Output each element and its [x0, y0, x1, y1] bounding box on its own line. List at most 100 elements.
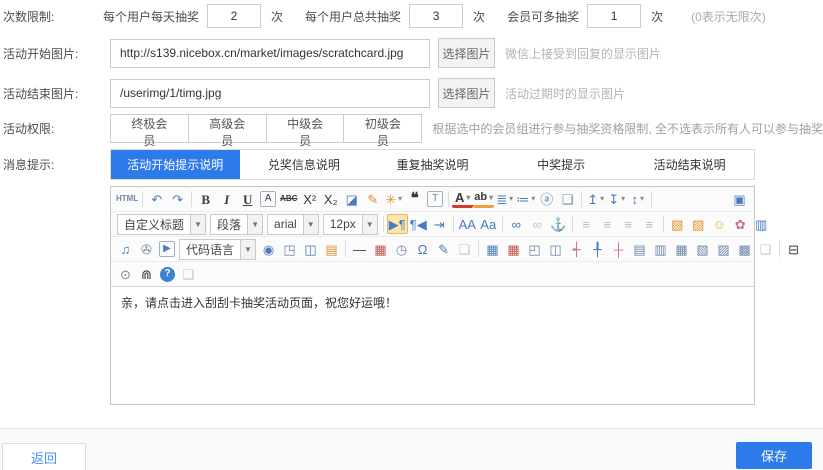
toolbar-separator — [453, 216, 454, 232]
align-justify-icon[interactable]: ≡ — [639, 214, 660, 234]
bold-icon[interactable]: B — [195, 189, 216, 209]
find-replace-icon[interactable]: ⋒ — [136, 264, 157, 284]
music-icon[interactable]: ♫ — [115, 239, 136, 259]
horizontal-rule-icon[interactable]: — — [349, 239, 370, 259]
scene-image-icon[interactable]: ▨ — [688, 214, 709, 234]
font-color-icon[interactable]: A — [452, 191, 473, 208]
graffiti-icon[interactable]: ✿ — [730, 214, 751, 234]
table-layout-2-icon[interactable]: ▥ — [650, 239, 671, 259]
blockquote-icon[interactable]: ❝ — [404, 189, 425, 209]
undo-icon[interactable]: ↶ — [146, 189, 167, 209]
link-icon[interactable]: ∞ — [506, 214, 527, 234]
fullscreen-icon[interactable]: ▣ — [729, 189, 750, 209]
indent-icon[interactable]: ⇥ — [429, 214, 450, 234]
border-text-icon[interactable]: A — [260, 191, 276, 207]
special-chars-icon[interactable]: Ω — [412, 239, 433, 259]
insert-table-icon[interactable]: ▦ — [482, 239, 503, 259]
web-app-icon[interactable]: ◉ — [258, 239, 279, 259]
member-extra-input[interactable] — [587, 4, 641, 28]
superscript-icon[interactable]: X² — [299, 189, 320, 209]
to-lowercase-icon[interactable]: Aa — [478, 214, 499, 234]
clipboard-icon[interactable]: ❏ — [178, 264, 199, 284]
member-group-button-middle[interactable]: 中级会员 — [266, 114, 345, 143]
table-header-icon[interactable]: ◰ — [524, 239, 545, 259]
table-layout-6-icon[interactable]: ▩ — [734, 239, 755, 259]
line-height-icon[interactable]: ↕ — [627, 189, 648, 209]
tab-redeem-info[interactable]: 兑奖信息说明 — [240, 150, 369, 179]
chevron-down-icon: ▼ — [240, 240, 255, 259]
per-day-input[interactable] — [207, 4, 261, 28]
table-layout-3-icon[interactable]: ▦ — [671, 239, 692, 259]
table-layout-4-icon[interactable]: ▧ — [692, 239, 713, 259]
merge-cells-icon[interactable]: ◫ — [545, 239, 566, 259]
eraser-icon[interactable]: ◪ — [341, 189, 362, 209]
text-effect-icon[interactable]: ✳ — [383, 189, 404, 209]
highlight-color-icon[interactable]: ab — [473, 191, 494, 208]
paste-text-icon[interactable]: T — [427, 191, 443, 207]
insert-video-icon[interactable]: ▶ — [159, 241, 175, 257]
delete-table-icon[interactable]: ▦ — [503, 239, 524, 259]
code-language-dropdown[interactable]: 代码语言 ▼ — [179, 239, 256, 260]
print-icon[interactable]: ⊟ — [783, 239, 804, 259]
font-size-dropdown[interactable]: 12px ▼ — [323, 214, 378, 235]
anchor-text-icon[interactable]: ⓐ — [536, 189, 557, 209]
help-icon[interactable]: ? — [160, 267, 175, 282]
background-icon[interactable]: ▤ — [321, 239, 342, 259]
custom-title-dropdown[interactable]: 自定义标题 ▼ — [117, 214, 206, 235]
insert-image-icon[interactable]: ▧ — [667, 214, 688, 234]
html-source-icon[interactable]: HTML — [115, 189, 139, 209]
end-image-pick-button[interactable]: 选择图片 — [438, 78, 495, 108]
back-button[interactable]: 返回 — [2, 443, 86, 470]
anchor-icon[interactable]: ⚓ — [548, 214, 569, 234]
subscript-icon[interactable]: X₂ — [320, 189, 341, 209]
template-icon[interactable]: ❏ — [454, 239, 475, 259]
ltr-paragraph-icon[interactable]: ▶¶ — [387, 214, 408, 234]
end-image-input[interactable] — [110, 79, 430, 108]
table-layout-1-icon[interactable]: ▤ — [629, 239, 650, 259]
ordered-list-icon[interactable]: ≣ — [494, 189, 515, 209]
attachment-icon[interactable]: ✇ — [136, 239, 157, 259]
align-bottom-icon[interactable]: ↧ — [606, 189, 627, 209]
blank-doc-icon[interactable]: ❏ — [557, 189, 578, 209]
split-cell-icon[interactable]: ┼ — [608, 239, 629, 259]
align-top-icon[interactable]: ↥ — [585, 189, 606, 209]
snapshot-icon[interactable]: ◳ — [279, 239, 300, 259]
align-right-icon[interactable]: ≡ — [618, 214, 639, 234]
rtl-paragraph-icon[interactable]: ¶◀ — [408, 214, 429, 234]
unlink-icon[interactable]: ∞ — [527, 214, 548, 234]
align-center-icon[interactable]: ≡ — [597, 214, 618, 234]
format-painter-icon[interactable]: ✎ — [362, 189, 383, 209]
insert-column-icon[interactable]: ╀ — [587, 239, 608, 259]
start-image-pick-button[interactable]: 选择图片 — [438, 38, 495, 68]
insert-frame-icon[interactable]: ◫ — [300, 239, 321, 259]
table-layout-5-icon[interactable]: ▨ — [713, 239, 734, 259]
strikethrough-icon[interactable]: ABC — [278, 189, 299, 209]
editor-content[interactable]: 亲，请点击进入刮刮卡抽奖活动页面，祝您好运哦！ — [111, 287, 754, 404]
font-family-dropdown[interactable]: arial ▼ — [267, 214, 319, 235]
emotion-icon[interactable]: ☺ — [709, 214, 730, 234]
tab-repeat-draw[interactable]: 重复抽奖说明 — [368, 150, 497, 179]
movie-icon[interactable]: ▥ — [751, 214, 772, 234]
total-input[interactable] — [409, 4, 463, 28]
tab-activity-start-tip[interactable]: 活动开始提示说明 — [111, 150, 240, 179]
doc-icon[interactable]: ❏ — [755, 239, 776, 259]
to-uppercase-icon[interactable]: AA — [457, 214, 478, 234]
member-group-button-senior[interactable]: 高级会员 — [188, 114, 267, 143]
member-group-button-junior[interactable]: 初级会员 — [343, 114, 422, 143]
tab-activity-end[interactable]: 活动结束说明 — [625, 150, 754, 179]
tab-win-tip[interactable]: 中奖提示 — [497, 150, 626, 179]
edit-doc-icon[interactable]: ✎ — [433, 239, 454, 259]
search-icon[interactable]: ⊙ — [115, 264, 136, 284]
save-button[interactable]: 保存 — [736, 442, 812, 469]
redo-icon[interactable]: ↷ — [167, 189, 188, 209]
delete-row-icon[interactable]: ┽ — [566, 239, 587, 259]
start-image-input[interactable] — [110, 39, 430, 68]
paragraph-dropdown[interactable]: 段落 ▼ — [210, 214, 263, 235]
align-left-icon[interactable]: ≡ — [576, 214, 597, 234]
unordered-list-icon[interactable]: ≔ — [515, 189, 536, 209]
member-group-button-ultimate[interactable]: 终极会员 — [110, 114, 189, 143]
calendar-icon[interactable]: ▦ — [370, 239, 391, 259]
time-icon[interactable]: ◷ — [391, 239, 412, 259]
italic-icon[interactable]: I — [216, 189, 237, 209]
underline-icon[interactable]: U — [237, 189, 258, 209]
